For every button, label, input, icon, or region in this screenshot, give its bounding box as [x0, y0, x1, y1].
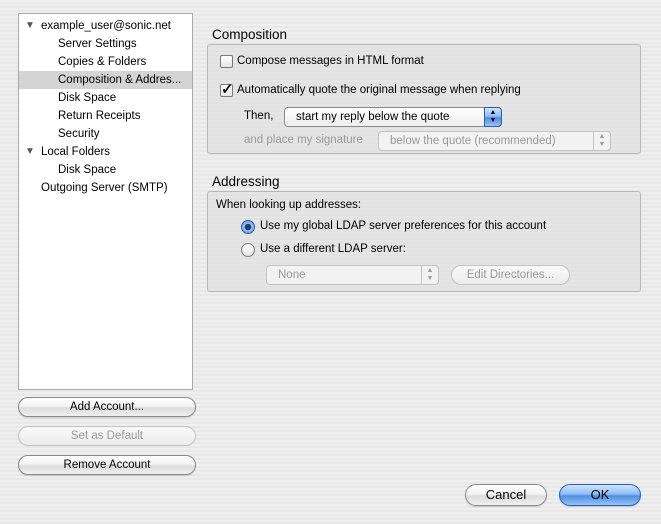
html-format-checkbox[interactable] [220, 55, 233, 68]
tree-item-local-disk-space[interactable]: Disk Space [19, 161, 192, 179]
account-tree[interactable]: ▼ example_user@sonic.net Server Settings… [18, 13, 193, 390]
add-account-button[interactable]: Add Account... [18, 397, 196, 417]
signature-label: and place my signature [244, 134, 363, 146]
different-ldap-label: Use a different LDAP server: [260, 243, 406, 255]
addressing-heading: Addressing [212, 174, 280, 189]
tree-item-disk-space[interactable]: Disk Space [19, 89, 192, 107]
disclosure-triangle-down-icon[interactable]: ▼ [23, 17, 37, 35]
tree-item-copies-folders[interactable]: Copies & Folders [19, 53, 192, 71]
tree-item-label: Return Receipts [58, 110, 141, 122]
tree-item-label: Disk Space [58, 164, 117, 176]
different-ldap-radio[interactable] [241, 243, 255, 257]
auto-quote-checkbox[interactable]: ✓ [220, 81, 234, 98]
signature-position-value: below the quote (recommended) [390, 135, 556, 147]
then-label: Then, [244, 110, 274, 122]
up-down-arrows-icon: ▲ ▼ [421, 265, 439, 285]
tree-item-label: Copies & Folders [58, 56, 147, 68]
auto-quote-label: Automatically quote the original message… [237, 84, 521, 96]
ldap-server-value: None [278, 269, 306, 281]
tree-item-label: Server Settings [58, 38, 137, 50]
tree-item-label: Outgoing Server (SMTP) [41, 182, 168, 194]
edit-directories-button[interactable]: Edit Directories... [451, 265, 570, 285]
global-ldap-radio[interactable] [241, 220, 255, 234]
checkmark-icon: ✓ [221, 81, 234, 98]
html-format-label: Compose messages in HTML format [237, 55, 424, 67]
ldap-server-select[interactable]: None ▲ ▼ [266, 265, 439, 285]
tree-item-outgoing-server[interactable]: Outgoing Server (SMTP) [19, 179, 192, 197]
up-down-arrows-icon: ▲ ▼ [484, 107, 502, 127]
reply-position-value: start my reply below the quote [296, 111, 450, 123]
tree-item-label: Security [58, 128, 100, 140]
reply-position-select[interactable]: start my reply below the quote ▲ ▼ [284, 107, 502, 127]
tree-item-label: Composition & Addres... [58, 74, 182, 86]
global-ldap-label: Use my global LDAP server preferences fo… [260, 220, 547, 232]
up-down-arrows-icon: ▲ ▼ [593, 131, 611, 151]
tree-item-return-receipts[interactable]: Return Receipts [19, 107, 192, 125]
signature-position-select[interactable]: below the quote (recommended) ▲ ▼ [378, 131, 611, 151]
set-as-default-button[interactable]: Set as Default [18, 426, 196, 446]
tree-item-label: Local Folders [41, 146, 111, 158]
tree-item-composition-addressing[interactable]: Composition & Addres... [19, 71, 192, 89]
composition-heading: Composition [212, 27, 288, 42]
remove-account-button[interactable]: Remove Account [18, 455, 196, 475]
tree-item-server-settings[interactable]: Server Settings [19, 35, 192, 53]
lookup-label: When looking up addresses: [216, 199, 362, 211]
ok-button[interactable]: OK [559, 484, 641, 506]
tree-item-label: Disk Space [58, 92, 117, 104]
tree-item-local-folders[interactable]: ▼ Local Folders [19, 143, 192, 161]
cancel-button[interactable]: Cancel [465, 484, 547, 506]
disclosure-triangle-down-icon[interactable]: ▼ [23, 143, 37, 161]
tree-item-account[interactable]: ▼ example_user@sonic.net [19, 17, 192, 35]
tree-item-label: example_user@sonic.net [41, 20, 171, 32]
tree-item-security[interactable]: Security [19, 125, 192, 143]
